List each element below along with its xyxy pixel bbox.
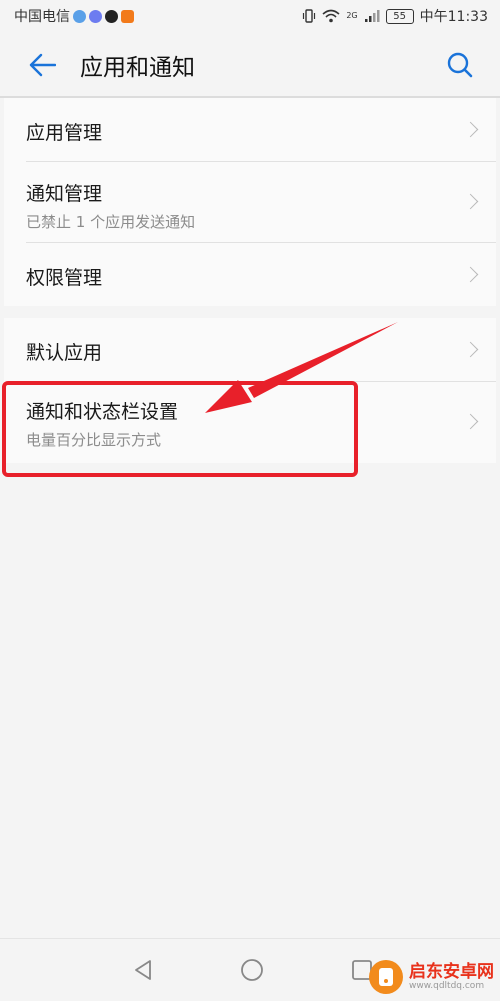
signal-icon [364,10,380,22]
battery-indicator: 55 [385,8,414,24]
settings-group-1: 应用管理 通知管理 已禁止 1 个应用发送通知 权限管理 [4,98,496,306]
list-item-permission-management[interactable]: 权限管理 [26,243,496,306]
vibrate-icon [303,9,316,23]
watermark-name: 启东安卓网 [409,961,494,982]
list-item-notification-management[interactable]: 通知管理 已禁止 1 个应用发送通知 [26,162,496,243]
watermark-logo-icon [369,960,403,994]
back-button[interactable] [22,45,62,85]
search-icon [447,52,473,78]
list-item-title: 权限管理 [26,267,103,289]
nav-home-button[interactable] [235,953,269,987]
list-item-subtitle: 已禁止 1 个应用发送通知 [26,213,196,231]
list-item-app-management[interactable]: 应用管理 [26,98,496,162]
watermark-url: www.qdltdq.com [409,980,485,991]
list-item-title: 通知管理 [26,183,103,205]
app-header: 应用和通知 [0,32,500,98]
nav-back-button[interactable] [126,953,160,987]
triangle-back-icon [135,960,151,980]
video-app-icon [121,9,134,23]
status-bar-right: 2G 55 中午11:33 [302,6,500,26]
settings-screen: 中国电信 2G 55 中午11:33 应用和通知 应用管理 通知管理 已禁止 1… [0,0,500,1001]
list-item-title: 通知和状态栏设置 [26,401,179,423]
site-watermark: 启东安卓网 www.qdltdq.com [369,960,494,994]
list-item-notification-statusbar-settings[interactable]: 通知和状态栏设置 电量百分比显示方式 [26,382,496,462]
page-title: 应用和通知 [80,55,195,81]
circle-home-icon [241,959,263,981]
chevron-right-icon [462,121,479,137]
status-bar: 中国电信 2G 55 中午11:33 [0,0,500,32]
list-item-title: 默认应用 [26,342,103,364]
back-arrow-icon [29,53,56,77]
settings-group-2: 默认应用 通知和状态栏设置 电量百分比显示方式 [4,318,496,463]
carrier-label: 中国电信 [14,9,70,25]
watermark-text: 启东安卓网 www.qdltdq.com [409,963,494,992]
chevron-right-icon [462,413,479,430]
list-item-subtitle: 电量百分比显示方式 [26,431,162,449]
list-item-title: 应用管理 [26,122,103,144]
app-notification-icon [73,9,86,23]
network-type-label: 2G [346,11,358,20]
search-button[interactable] [440,45,480,85]
music-app-icon [89,9,102,23]
chevron-right-icon [462,266,479,282]
chevron-right-icon [462,193,479,210]
tiktok-icon [105,9,118,23]
list-item-default-apps[interactable]: 默认应用 [26,318,496,382]
chevron-right-icon [462,341,479,357]
clock-label: 中午11:33 [419,9,488,25]
status-bar-left: 中国电信 [0,6,134,26]
wifi-icon [322,9,340,23]
